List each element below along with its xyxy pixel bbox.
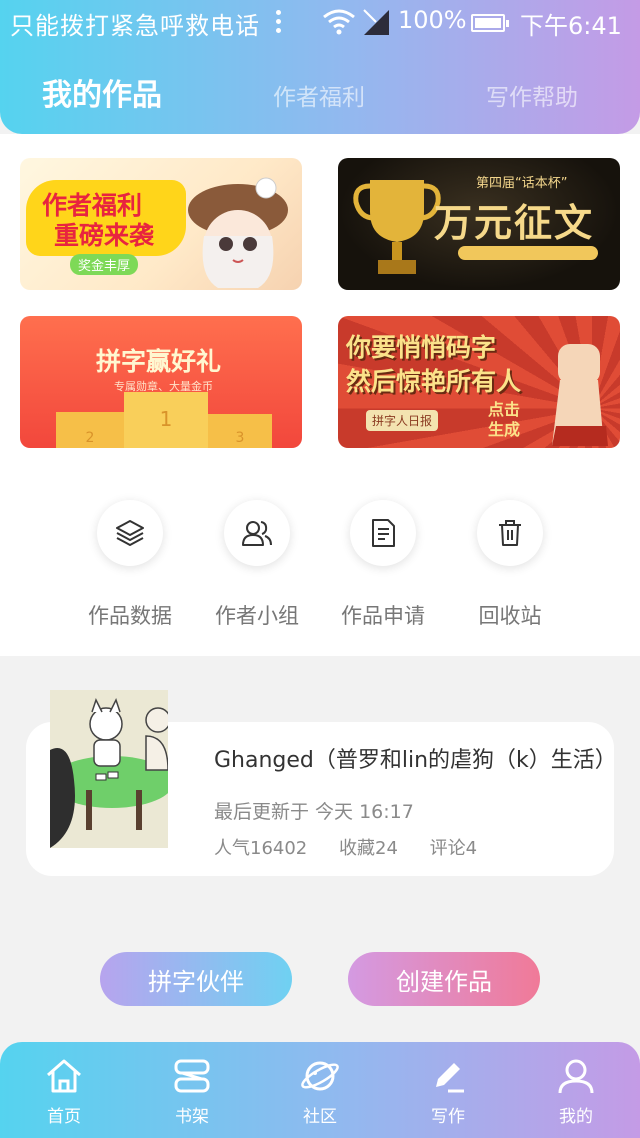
group-icon xyxy=(242,521,272,546)
banner-subtitle: 然后惊艳所有人 xyxy=(346,367,522,396)
trophy-icon xyxy=(353,180,441,274)
nav-bookshelf[interactable]: 书架 xyxy=(152,1056,232,1127)
header: 只能拨打紧急呼救电话 100% 下午6:41 我的作品 作者福利 写作帮助 xyxy=(0,0,640,134)
action-work-data[interactable]: 作品数据 xyxy=(80,500,180,630)
tab-writing-help[interactable]: 写作帮助 xyxy=(486,78,578,112)
banner-cta: 点击生成 xyxy=(488,400,521,439)
nav-community[interactable]: 社区 xyxy=(280,1056,360,1127)
action-label: 作品申请 xyxy=(341,604,425,628)
status-bar: 只能拨打紧急呼救电话 100% 下午6:41 xyxy=(0,0,640,44)
quick-actions: 作品数据 作者小组 作品申请 回收站 xyxy=(0,450,640,656)
svg-text:1: 1 xyxy=(160,407,173,431)
document-icon xyxy=(372,519,395,547)
bookshelf-icon xyxy=(174,1059,210,1093)
action-icon-wrap xyxy=(350,500,416,566)
bottom-nav: 首页 书架 社区 写作 我的 xyxy=(0,1042,640,1138)
tab-author-benefits[interactable]: 作者福利 xyxy=(273,78,365,112)
banner-tag: 奖金丰厚 xyxy=(70,254,139,275)
action-work-application[interactable]: 作品申请 xyxy=(333,500,433,630)
nav-label: 首页 xyxy=(47,1107,81,1127)
tab-my-works[interactable]: 我的作品 xyxy=(42,70,162,114)
word-partner-button[interactable]: 拼字伙伴 xyxy=(100,952,292,1006)
create-work-button[interactable]: 创建作品 xyxy=(348,952,540,1006)
nav-label: 社区 xyxy=(303,1107,337,1127)
nav-write[interactable]: 写作 xyxy=(408,1056,488,1127)
banner-title: 你要悄悄码字 xyxy=(346,333,497,362)
nav-label: 写作 xyxy=(431,1107,465,1127)
action-icon-wrap xyxy=(477,500,543,566)
work-title[interactable]: Ghanged（普罗和lin的虐狗（k）生活） xyxy=(214,742,617,774)
user-icon xyxy=(558,1059,594,1094)
banner-daily-writing[interactable]: 你要悄悄码字 然后惊艳所有人 拼字人日报 点击生成 xyxy=(338,316,620,448)
work-updated-time: 最后更新于 今天 16:17 xyxy=(214,801,414,823)
banner-essay-contest[interactable]: 第四届“话本杯” 万元征文 xyxy=(338,158,620,290)
work-popularity: 人气16402 xyxy=(214,838,308,859)
nav-home[interactable]: 首页 xyxy=(24,1056,104,1127)
action-icon-wrap xyxy=(97,500,163,566)
nav-profile[interactable]: 我的 xyxy=(536,1056,616,1127)
pen-icon xyxy=(436,1063,464,1093)
action-author-group[interactable]: 作者小组 xyxy=(207,500,307,630)
nav-label: 我的 xyxy=(559,1107,593,1127)
banner-author-benefits[interactable]: 作者福利 重磅来袭 奖金丰厚 xyxy=(20,158,302,290)
svg-text:2: 2 xyxy=(86,430,95,446)
status-text: 只能拨打紧急呼救电话 xyxy=(10,12,260,40)
home-icon xyxy=(47,1059,81,1093)
anime-girl-illustration xyxy=(188,177,288,288)
status-time: 下午6:41 xyxy=(520,12,622,40)
battery-level: 100% xyxy=(398,6,467,34)
cover-illustration xyxy=(50,690,168,848)
signal-icon xyxy=(363,9,389,35)
banner-title: 万元征文 xyxy=(434,201,595,245)
wifi-icon xyxy=(323,9,355,35)
action-label: 作者小组 xyxy=(215,604,299,628)
planet-icon xyxy=(301,1061,339,1091)
action-label: 回收站 xyxy=(478,604,542,628)
banner-grid: 作者福利 重磅来袭 奖金丰厚 第四届“话本杯” 万元征文 拼字赢好礼 专属勋章、… xyxy=(0,134,640,450)
podium-icon: 2 1 3 xyxy=(56,392,272,448)
work-cover[interactable] xyxy=(50,690,168,848)
tab-bar: 我的作品 作者福利 写作帮助 xyxy=(0,66,640,116)
work-comments: 评论4 xyxy=(429,838,478,859)
trash-icon xyxy=(499,520,521,546)
battery-icon xyxy=(471,14,509,32)
nav-label: 书架 xyxy=(175,1107,209,1127)
layers-icon xyxy=(116,520,144,546)
more-icon xyxy=(276,8,282,36)
raised-fist-illustration xyxy=(552,344,608,446)
action-recycle-bin[interactable]: 回收站 xyxy=(460,500,560,630)
work-stats: 人气16402 收藏24 评论4 xyxy=(214,834,503,860)
action-label: 作品数据 xyxy=(88,604,172,628)
banner-decor-bar xyxy=(458,246,598,260)
banner-subtitle: 重磅来袭 xyxy=(54,221,155,250)
banner-subtitle: 第四届“话本杯” xyxy=(476,176,568,191)
svg-text:3: 3 xyxy=(236,430,245,446)
banner-title: 拼字赢好礼 xyxy=(96,347,222,376)
banner-tag: 拼字人日报 xyxy=(366,410,439,431)
work-favorites: 收藏24 xyxy=(339,838,398,859)
banner-word-prize[interactable]: 拼字赢好礼 专属勋章、大量金币 2 1 3 xyxy=(20,316,302,448)
action-icon-wrap xyxy=(224,500,290,566)
